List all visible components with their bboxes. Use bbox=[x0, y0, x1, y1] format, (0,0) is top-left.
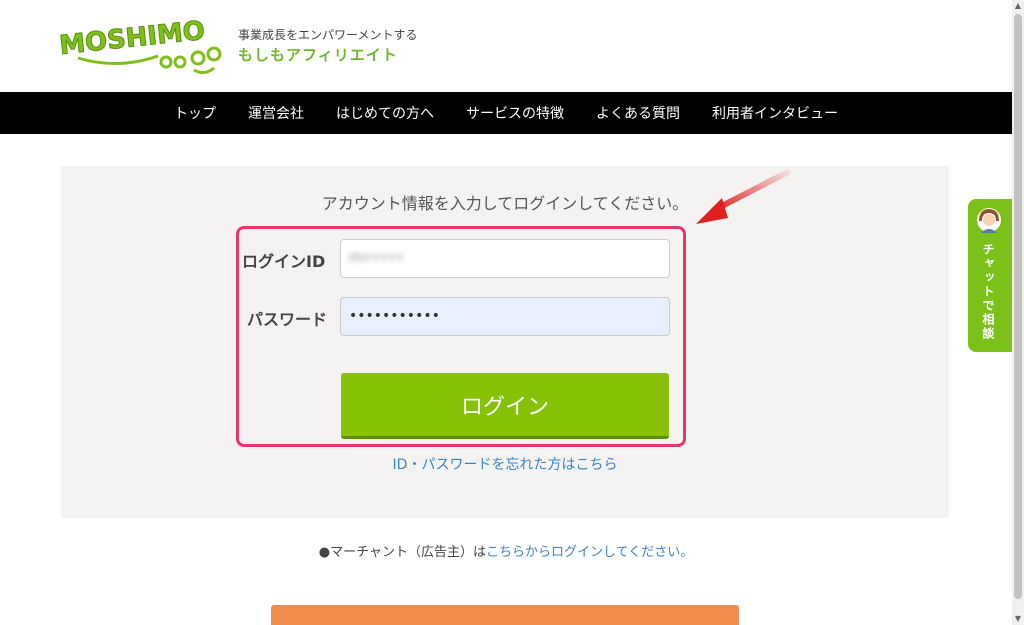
login-id-label: ログインID bbox=[242, 252, 326, 271]
password-value: ••••••••••• bbox=[349, 308, 440, 324]
orange-cta-button[interactable] bbox=[271, 605, 739, 625]
scroll-down-icon[interactable]: ▼ bbox=[1012, 613, 1024, 625]
nav-item-beginners[interactable]: はじめての方へ bbox=[336, 103, 434, 123]
merchant-prefix: ●マーチャント（広告主）は bbox=[318, 545, 486, 560]
merchant-login-note: ●マーチャント（広告主）はこちらからログインしてください。 bbox=[0, 541, 1012, 560]
login-panel: アカウント情報を入力してログインしてください。 ログインID m••••• パス… bbox=[61, 166, 949, 518]
moshimo-logo[interactable]: MOSHIMO bbox=[58, 18, 228, 80]
chat-tab-label: チャットで相談 bbox=[981, 243, 995, 341]
login-button[interactable]: ログイン bbox=[341, 373, 669, 439]
login-id-value: m••••• bbox=[349, 250, 404, 266]
operator-avatar-icon bbox=[977, 208, 1001, 233]
login-id-field[interactable]: m••••• bbox=[340, 239, 670, 278]
chat-consult-tab[interactable]: チャットで相談 bbox=[968, 199, 1012, 352]
password-label: パスワード bbox=[247, 310, 328, 329]
brand-name[interactable]: もしもアフィリエイト bbox=[238, 44, 398, 65]
scroll-up-icon[interactable]: ▲ bbox=[1012, 0, 1024, 12]
forgot-password-link[interactable]: ID・パスワードを忘れた方はこちら bbox=[61, 454, 949, 474]
nav-item-features[interactable]: サービスの特徴 bbox=[466, 103, 564, 123]
vertical-scrollbar[interactable]: ▲ ▼ bbox=[1012, 0, 1024, 625]
scroll-thumb[interactable] bbox=[1014, 14, 1022, 599]
nav-item-interviews[interactable]: 利用者インタビュー bbox=[712, 103, 838, 123]
password-field[interactable]: ••••••••••• bbox=[340, 297, 670, 336]
merchant-login-link[interactable]: こちらからログインしてください。 bbox=[486, 545, 693, 560]
login-instruction: アカウント情報を入力してログインしてください。 bbox=[321, 194, 689, 213]
nav-item-company[interactable]: 運営会社 bbox=[248, 103, 304, 123]
svg-text:MOSHIMO: MOSHIMO bbox=[58, 18, 206, 61]
site-header: MOSHIMO 事業成長をエンパワーメントする もしもアフィリエイト bbox=[0, 0, 1012, 92]
main-nav: トップ 運営会社 はじめての方へ サービスの特徴 よくある質問 利用者インタビュ… bbox=[0, 92, 1012, 134]
nav-item-top[interactable]: トップ bbox=[174, 103, 216, 123]
tagline: 事業成長をエンパワーメントする bbox=[238, 28, 418, 42]
nav-item-faq[interactable]: よくある質問 bbox=[596, 103, 680, 123]
